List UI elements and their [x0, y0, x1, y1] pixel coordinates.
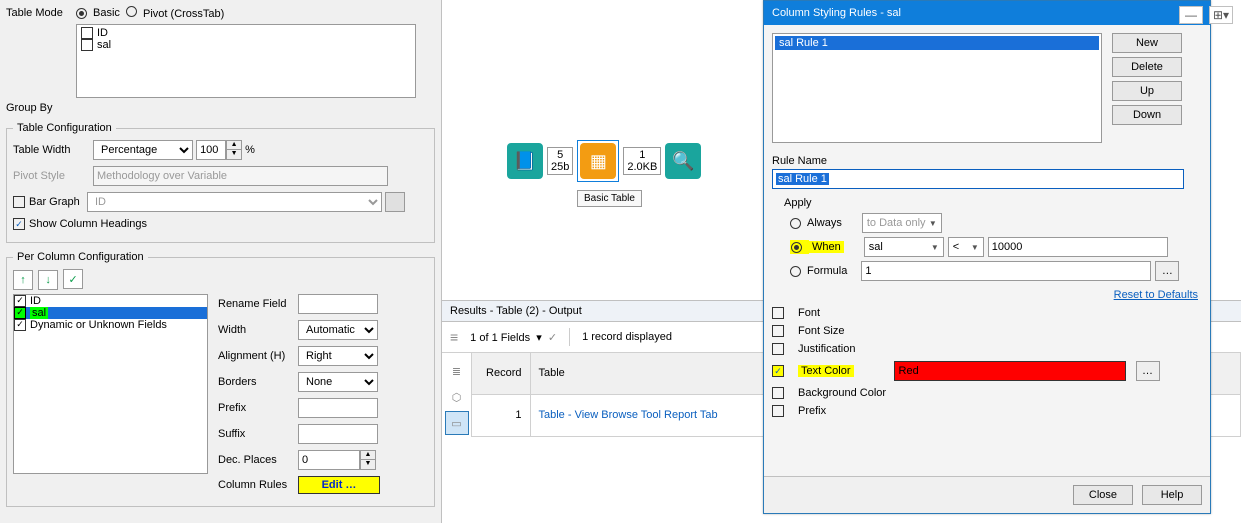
col-move-down-button[interactable]: ↓ — [38, 270, 58, 290]
formula-more-button[interactable]: … — [1155, 261, 1179, 281]
when-field-combo[interactable]: sal▼ — [864, 237, 944, 257]
checkbox-id[interactable] — [81, 27, 93, 39]
bar-graph-checkbox[interactable] — [13, 196, 25, 208]
per-column-legend: Per Column Configuration — [13, 251, 148, 263]
radio-always[interactable] — [790, 218, 801, 229]
dec-spin-up[interactable]: ▲ — [361, 451, 375, 460]
formula-input[interactable] — [861, 261, 1151, 281]
rule-name-input[interactable]: sal Rule 1 — [772, 169, 1184, 189]
dec-spin-down[interactable]: ▼ — [361, 460, 375, 469]
radio-basic[interactable]: Basic — [76, 7, 120, 19]
table-width-combo[interactable]: Percentage — [93, 140, 193, 160]
radio-when[interactable] — [791, 242, 802, 253]
basic-table-label: Basic Table — [577, 190, 642, 207]
dec-input[interactable] — [298, 450, 360, 470]
table-width-label: Table Width — [13, 144, 93, 156]
pivot-style-value — [93, 166, 388, 186]
checkbox-sal[interactable] — [81, 39, 93, 51]
bar-graph-label: Bar Graph — [29, 196, 87, 208]
when-value-input[interactable] — [988, 237, 1168, 257]
always-scope-combo: to Data only▼ — [862, 213, 942, 233]
results-records-text: 1 record displayed — [582, 331, 672, 343]
col-move-up-button[interactable]: ↑ — [13, 270, 33, 290]
dialog-title: Column Styling Rules - sal — [772, 7, 901, 19]
dialog-help-button[interactable]: Help — [1142, 485, 1202, 505]
delete-button[interactable]: Delete — [1112, 57, 1182, 77]
when-op-combo[interactable]: <▼ — [948, 237, 984, 257]
column-styling-dialog: Column Styling Rules - sal ✕ sal Rule 1 … — [763, 0, 1211, 514]
bar-graph-color-button[interactable] — [385, 192, 405, 212]
radio-pivot[interactable]: Pivot (CrossTab) — [126, 6, 224, 20]
table-link[interactable]: Table - View Browse Tool Report Tab — [539, 409, 718, 421]
col-record[interactable]: Record — [472, 353, 530, 394]
prefix-label: Prefix — [218, 402, 298, 414]
dialog-close-button[interactable]: Close — [1073, 485, 1133, 505]
fields-listbox[interactable]: ID sal — [76, 24, 416, 98]
prefix-input[interactable] — [298, 398, 378, 418]
width-spin-down[interactable]: ▼ — [227, 150, 241, 159]
justify-checkbox[interactable] — [772, 343, 784, 355]
down-button[interactable]: Down — [1112, 105, 1182, 125]
reset-defaults-link[interactable]: Reset to Defaults — [1114, 289, 1198, 301]
dec-label: Dec. Places — [218, 454, 298, 466]
borders-combo[interactable]: None — [298, 372, 378, 392]
radio-formula[interactable] — [790, 266, 801, 277]
results-view-list[interactable]: ≣ — [445, 359, 469, 383]
pivot-style-label: Pivot Style — [13, 170, 93, 182]
rules-listbox[interactable]: sal Rule 1 — [772, 33, 1102, 143]
font-checkbox[interactable] — [772, 307, 784, 319]
suffix-input[interactable] — [298, 424, 378, 444]
bgcolor-checkbox[interactable] — [772, 387, 784, 399]
width-spin-up[interactable]: ▲ — [227, 141, 241, 150]
new-button[interactable]: New — [1112, 33, 1182, 53]
fontsize-checkbox[interactable] — [772, 325, 784, 337]
show-col-label: Show Column Headings — [29, 218, 147, 230]
rule-item[interactable]: sal Rule 1 — [775, 36, 1099, 50]
table-config-legend: Table Configuration — [13, 122, 116, 134]
rename-input[interactable] — [298, 294, 378, 314]
results-view-detail[interactable]: ▭ — [445, 411, 469, 435]
results-view-hex[interactable]: ⬡ — [445, 385, 469, 409]
table-width-value[interactable] — [196, 140, 226, 160]
suffix-label: Suffix — [218, 428, 298, 440]
results-fields-text[interactable]: 1 of 1 Fields ▾ ✓ — [470, 331, 557, 344]
input-tool-node[interactable]: 📘 — [507, 143, 543, 179]
show-col-checkbox[interactable]: ✓ — [13, 218, 25, 230]
rename-label: Rename Field — [218, 298, 298, 310]
col-rules-label: Column Rules — [218, 479, 298, 491]
textcolor-value[interactable]: Red — [894, 361, 1126, 381]
align-combo[interactable]: Right — [298, 346, 378, 366]
col-check-button[interactable]: ✓ — [63, 269, 83, 289]
group-by-label: Group By — [6, 102, 76, 114]
column-list[interactable]: ✓ID ✓sal ✓Dynamic or Unknown Fields — [13, 294, 208, 474]
rule-name-label: Rule Name — [772, 155, 1202, 167]
borders-label: Borders — [218, 376, 298, 388]
apply-label: Apply — [784, 197, 1202, 209]
browse-tool-node[interactable]: 🔍 — [665, 143, 701, 179]
results-menu-icon[interactable]: ≡ — [450, 329, 458, 345]
table-tool-node[interactable]: ▦ — [580, 143, 616, 179]
bar-graph-combo[interactable]: ID — [87, 192, 382, 212]
width-combo[interactable]: Automatic — [298, 320, 378, 340]
align-label: Alignment (H) — [218, 350, 298, 362]
prefix-checkbox[interactable] — [772, 405, 784, 417]
table-mode-label: Table Mode — [6, 7, 76, 19]
window-settings-icon[interactable]: ⊞▾ — [1209, 6, 1233, 24]
width-cfg-label: Width — [218, 324, 298, 336]
up-button[interactable]: Up — [1112, 81, 1182, 101]
textcolor-checkbox[interactable]: ✓ — [772, 365, 784, 377]
textcolor-more-button[interactable]: … — [1136, 361, 1160, 381]
window-minimize-button[interactable]: — — [1179, 6, 1203, 24]
edit-column-rules-button[interactable]: Edit … — [298, 476, 380, 494]
